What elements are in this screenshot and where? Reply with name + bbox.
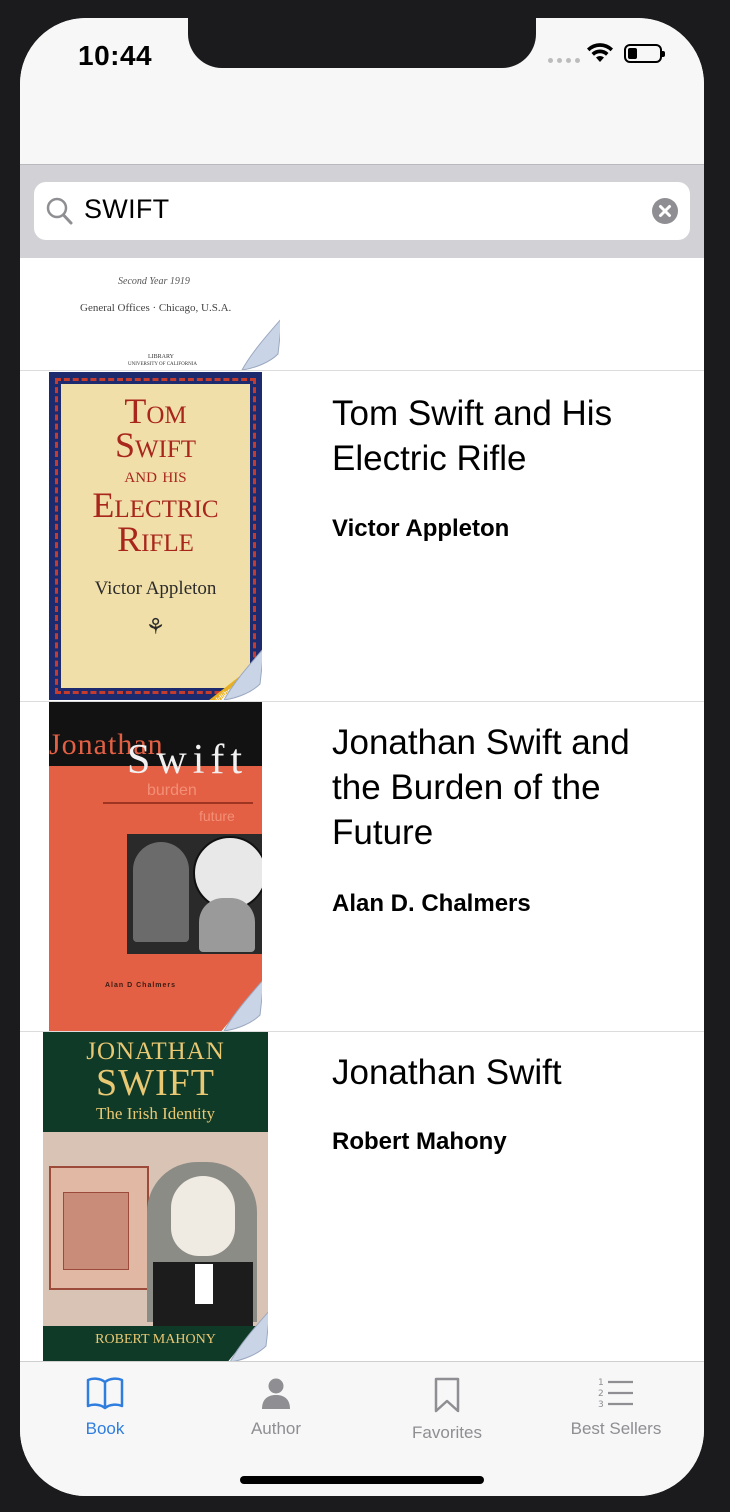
book-author: Victor Appleton (332, 515, 510, 542)
person-icon (262, 1378, 290, 1409)
battery-icon (624, 44, 665, 63)
tab-favorites[interactable]: Favorites (367, 1376, 527, 1443)
search-bar-container: SWIFT (20, 164, 704, 258)
cover-text: Victor Appleton (94, 578, 217, 599)
book-author: Robert Mahony (332, 1128, 507, 1155)
search-icon (46, 197, 73, 225)
numbered-list-icon: 1 2 3 (598, 1378, 633, 1410)
wifi-icon (587, 43, 613, 62)
tab-label: Book (85, 1419, 125, 1438)
cover-text: LIBRARY (148, 354, 175, 360)
results-list: Second Year 1919 General Offices · Chica… (20, 258, 704, 1362)
tab-label: Best Sellers (570, 1419, 662, 1438)
cover-text: UNIVERSITY OF CALIFORNIA (128, 362, 197, 367)
cover-text: Rifle (117, 519, 194, 559)
svg-text:3: 3 (598, 1400, 604, 1410)
page-curl-icon (221, 980, 262, 1031)
svg-text:2: 2 (598, 1389, 604, 1399)
cellular-signal-icon (548, 58, 580, 63)
book-author: Alan D. Chalmers (332, 890, 531, 917)
phone-screen: 10:44 SWIFT Second Year 1919 General Off… (20, 18, 704, 1496)
book-cover-image: Second Year 1919 General Offices · Chica… (28, 258, 280, 370)
tab-label: Favorites (412, 1423, 482, 1442)
page-curl-icon (227, 1311, 268, 1362)
tab-author[interactable]: Author (196, 1376, 356, 1439)
home-indicator[interactable] (240, 1476, 484, 1484)
cover-text: Tom (124, 391, 187, 431)
tab-book[interactable]: Book (25, 1376, 185, 1439)
bookmark-icon (434, 1377, 460, 1413)
svg-text:1: 1 (598, 1378, 604, 1388)
page-curl-icon (221, 649, 262, 700)
cover-text: Swift (114, 425, 197, 465)
cover-text: future (199, 808, 235, 824)
book-cover-image: Jonathan Swift burden future Alan D Chal… (49, 702, 262, 1031)
book-cover-image: Tom Swift and his Electric Rifle Victor … (49, 372, 262, 700)
book-title: Jonathan Swift and the Burden of the Fut… (332, 723, 630, 852)
cover-text: Second Year 1919 (118, 276, 190, 287)
list-item[interactable]: Tom Swift and his Electric Rifle Victor … (20, 371, 704, 702)
list-item[interactable]: JONATHAN SWIFT The Irish Identity ROBERT… (20, 1032, 704, 1362)
notch (188, 18, 536, 68)
book-title: Jonathan Swift (332, 1053, 562, 1092)
clear-search-icon[interactable] (652, 198, 678, 224)
tab-label: Author (250, 1419, 302, 1438)
status-bar: 10:44 (20, 18, 704, 164)
cover-text: Alan D Chalmers (105, 982, 177, 989)
book-cover-image: JONATHAN SWIFT The Irish Identity ROBERT… (43, 1032, 268, 1362)
list-item[interactable]: Second Year 1919 General Offices · Chica… (20, 258, 704, 371)
cover-text: SWIFT (96, 1062, 215, 1104)
book-title: Tom Swift and His Electric Rifle (332, 394, 613, 478)
cover-text: Electric (92, 485, 219, 525)
page-curl-icon (239, 319, 280, 370)
cover-text: General Offices · Chicago, U.S.A. (80, 302, 232, 314)
cover-text: The Irish Identity (96, 1104, 215, 1123)
publisher-logo-icon: ⚘ (145, 614, 166, 639)
book-icon (86, 1377, 124, 1410)
cover-text: burden (147, 782, 197, 799)
search-input[interactable]: SWIFT (84, 194, 169, 225)
status-time: 10:44 (78, 40, 153, 71)
cover-text: Swift (127, 737, 249, 783)
search-field[interactable]: SWIFT (34, 182, 690, 240)
list-item[interactable]: Jonathan Swift burden future Alan D Chal… (20, 702, 704, 1032)
tab-best-sellers[interactable]: 1 2 3 Best Sellers (536, 1376, 696, 1439)
